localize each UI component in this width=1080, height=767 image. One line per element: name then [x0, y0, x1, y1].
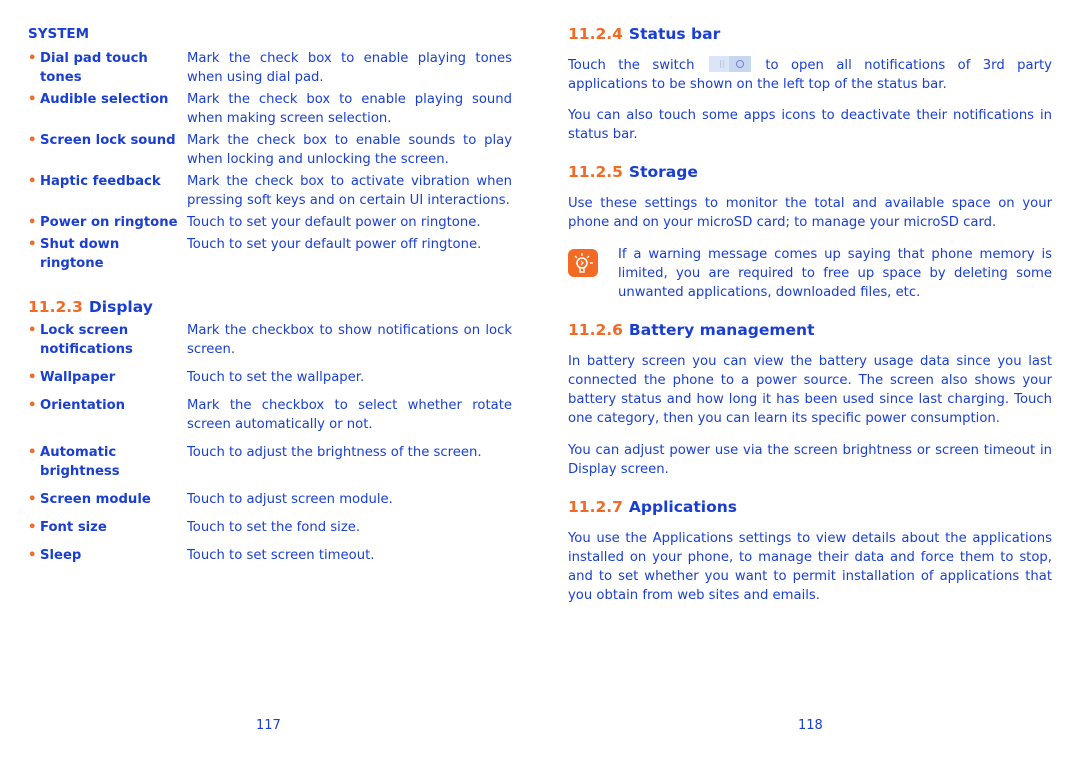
item-term: Automatic brightness: [40, 445, 120, 479]
section-heading-applications: 11.2.7 Applications: [568, 498, 737, 516]
section-number: 11.2.4: [568, 25, 623, 43]
list-item: • Audible selection Mark the check box to…: [28, 90, 512, 128]
bullet-icon: •: [28, 92, 37, 107]
item-description: Touch to set the fond size.: [187, 520, 361, 535]
page-number: 118: [798, 718, 823, 733]
item-term: Dial pad touch tones: [40, 51, 148, 85]
bullet-icon: •: [28, 51, 37, 66]
item-term: Haptic feedback: [40, 174, 161, 189]
applications-paragraph: You use the Applications settings to vie…: [568, 531, 1052, 603]
section-number: 11.2.7: [568, 498, 623, 516]
item-description: Touch to set the wallpaper.: [187, 370, 365, 385]
list-item: • Orientation Mark the checkbox to select…: [28, 396, 512, 434]
text-span: Touch the switch: [568, 58, 695, 73]
bullet-icon: •: [28, 398, 37, 413]
section-title: Status bar: [628, 25, 721, 43]
left-page: SYSTEM • Dial pad touch tones Mark the ch…: [28, 0, 512, 767]
section-number: 11.2.6: [568, 321, 623, 339]
bullet-icon: •: [28, 492, 37, 507]
item-description: Mark the checkbox to show notifications …: [187, 323, 512, 357]
list-item: • Automatic brightness Touch to adjust th…: [28, 443, 512, 481]
section-heading-storage: 11.2.5 Storage: [568, 163, 698, 181]
item-description: Touch to set your default power on ringt…: [187, 215, 481, 230]
bullet-icon: •: [28, 237, 37, 252]
list-item: • Sleep Touch to set screen timeout.: [28, 546, 512, 565]
status-bar-paragraph-2: You can also touch some apps icons to de…: [568, 108, 1052, 142]
item-term: Audible selection: [40, 92, 169, 107]
item-description: Mark the check box to activate vibration…: [187, 174, 512, 208]
system-heading: SYSTEM: [28, 26, 90, 42]
page-number: 117: [256, 718, 281, 733]
item-description: Mark the check box to enable playing ton…: [187, 51, 512, 85]
list-item: • Lock screen notifications Mark the chec…: [28, 321, 512, 359]
display-settings-list: • Lock screen notifications Mark the chec…: [28, 321, 512, 565]
status-bar-paragraph: Touch the switch || to open all notifica…: [568, 56, 1052, 94]
item-term: Screen module: [40, 492, 151, 507]
section-title: Display: [88, 298, 153, 316]
item-description: Mark the checkbox to select whether rota…: [187, 398, 512, 432]
section-number: 11.2.3: [28, 298, 83, 316]
bullet-icon: •: [28, 323, 37, 338]
bullet-icon: •: [28, 370, 37, 385]
list-item: • Power on ringtone Touch to set your def…: [28, 213, 512, 232]
list-item: • Haptic feedback Mark the check box to a…: [28, 172, 512, 210]
bullet-icon: •: [28, 215, 37, 230]
item-description: Touch to set screen timeout.: [187, 548, 375, 563]
section-title: Storage: [628, 163, 698, 181]
list-item: • Wallpaper Touch to set the wallpaper.: [28, 368, 512, 387]
item-term: Font size: [40, 520, 107, 535]
list-item: • Dial pad touch tones Mark the check box…: [28, 49, 512, 87]
item-term: Screen lock sound: [40, 133, 176, 148]
item-description: Touch to adjust the brightness of the sc…: [187, 445, 482, 460]
section-title: Applications: [628, 498, 738, 516]
item-description: Touch to adjust screen module.: [187, 492, 393, 507]
bullet-icon: •: [28, 174, 37, 189]
bullet-icon: •: [28, 133, 37, 148]
item-description: Touch to set your default power off ring…: [187, 237, 482, 252]
item-term: Sleep: [40, 548, 82, 563]
list-item: • Screen module Touch to adjust screen mo…: [28, 490, 512, 509]
item-term: Shut down ringtone: [40, 237, 120, 271]
list-item: • Font size Touch to set the fond size.: [28, 518, 512, 537]
bullet-icon: •: [28, 548, 37, 563]
item-term: Lock screen notifications: [40, 323, 133, 357]
bullet-icon: •: [28, 520, 37, 535]
section-title: Battery management: [628, 321, 815, 339]
lightbulb-tip-icon: [568, 249, 598, 277]
battery-paragraph-2: You can adjust power use via the screen …: [568, 443, 1052, 477]
list-item: • Screen lock sound Mark the check box to…: [28, 131, 512, 169]
toggle-switch-icon: ||: [708, 56, 751, 72]
item-description: Mark the check box to enable playing sou…: [187, 92, 512, 126]
section-heading-status-bar: 11.2.4 Status bar: [568, 25, 720, 43]
section-heading-display: 11.2.3 Display: [28, 298, 153, 316]
storage-paragraph: Use these settings to monitor the total …: [568, 196, 1052, 230]
storage-tip-text: If a warning message comes up saying tha…: [618, 247, 1052, 300]
item-term: Orientation: [40, 398, 126, 413]
battery-paragraph: In battery screen you can view the batte…: [568, 354, 1052, 426]
right-page: 11.2.4 Status bar Touch the switch || to …: [568, 0, 1052, 767]
item-term: Power on ringtone: [40, 215, 178, 230]
list-item: • Shut down ringtone Touch to set your de…: [28, 235, 512, 273]
system-settings-list: • Dial pad touch tones Mark the check box…: [28, 49, 512, 273]
item-term: Wallpaper: [40, 370, 116, 385]
item-description: Mark the check box to enable sounds to p…: [187, 133, 512, 167]
section-number: 11.2.5: [568, 163, 623, 181]
section-heading-battery: 11.2.6 Battery management: [568, 321, 815, 339]
bullet-icon: •: [28, 445, 37, 460]
